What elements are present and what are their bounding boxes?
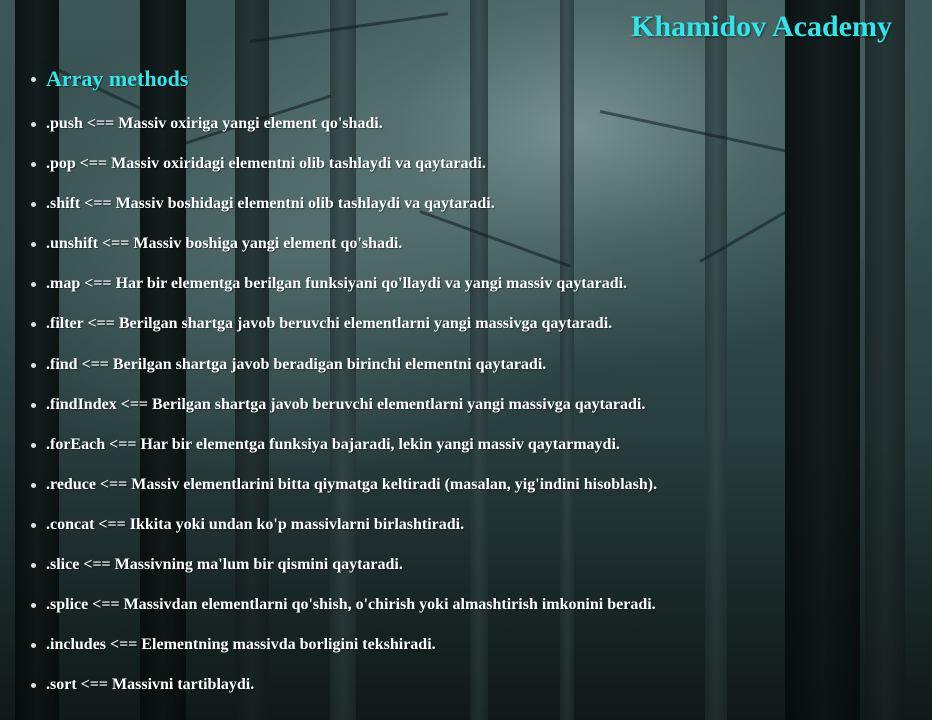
- method-item-slice: .slice <== Massivning ma'lum bir qismini…: [31, 555, 932, 575]
- section-heading: Array methods: [31, 64, 932, 94]
- site-brand-title: Khamidov Academy: [631, 10, 892, 43]
- method-item-splice: .splice <== Massivdan elementlarni qo'sh…: [31, 595, 932, 615]
- method-item-foreach: .forEach <== Har bir elementga funksiya …: [31, 435, 932, 455]
- method-item-push: .push <== Massiv oxiriga yangi element q…: [31, 114, 932, 134]
- method-item-includes: .includes <== Elementning massivda borli…: [31, 635, 932, 655]
- method-item-shift: .shift <== Massiv boshidagi elementni ol…: [31, 194, 932, 214]
- method-item-pop: .pop <== Massiv oxiridagi elementni olib…: [31, 154, 932, 174]
- method-item-sort: .sort <== Massivni tartiblaydi.: [31, 675, 932, 695]
- method-item-findindex: .findIndex <== Berilgan shartga javob be…: [31, 395, 932, 415]
- method-item-filter: .filter <== Berilgan shartga javob beruv…: [31, 314, 932, 334]
- method-item-reduce: .reduce <== Massiv elementlarini bitta q…: [31, 475, 932, 495]
- array-methods-list: Array methods .push <== Massiv oxiriga y…: [0, 64, 932, 715]
- method-item-concat: .concat <== Ikkita yoki undan ko'p massi…: [31, 515, 932, 535]
- method-item-find: .find <== Berilgan shartga javob beradig…: [31, 355, 932, 375]
- method-item-map: .map <== Har bir elementga berilgan funk…: [31, 274, 932, 294]
- method-item-unshift: .unshift <== Massiv boshiga yangi elemen…: [31, 234, 932, 254]
